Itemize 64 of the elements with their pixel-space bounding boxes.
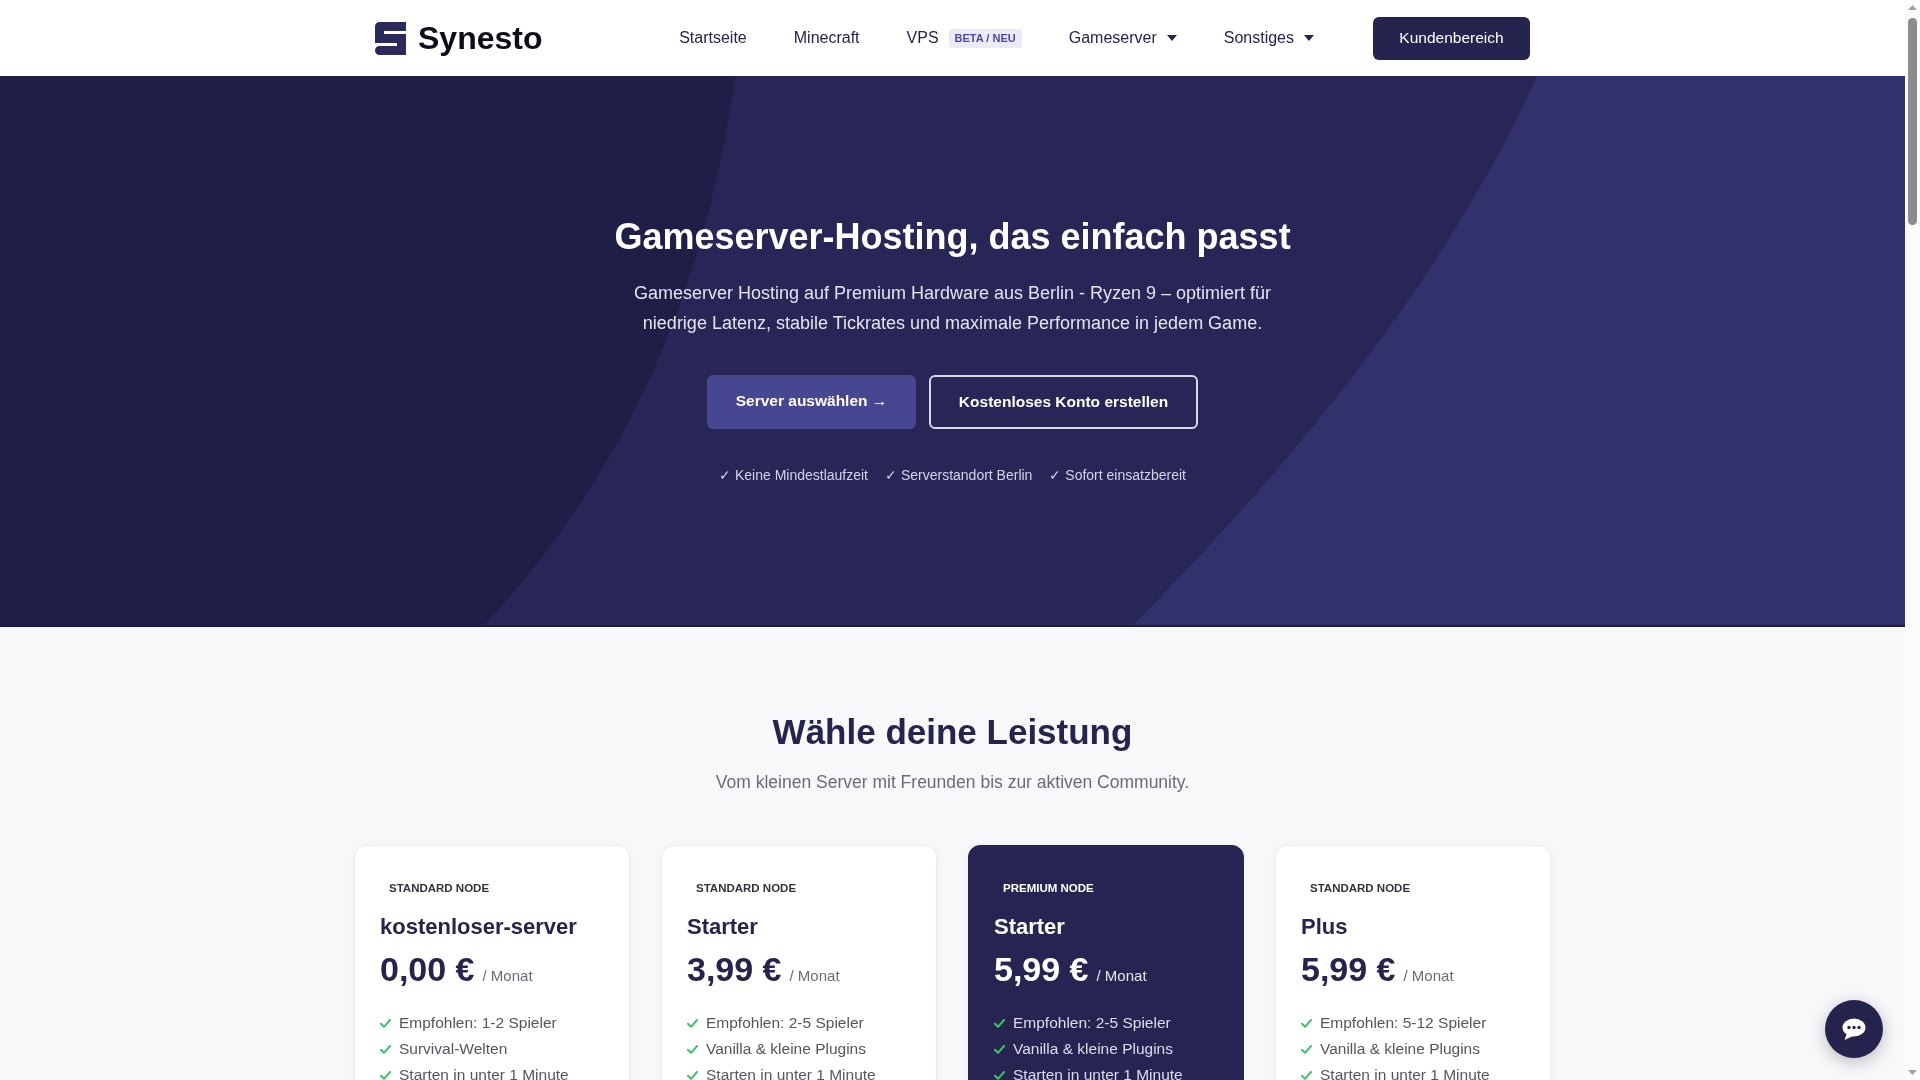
plan-price: 3,99 € (687, 949, 782, 990)
logo-icon (375, 21, 406, 55)
account-button[interactable]: Kundenbereich (1373, 16, 1530, 60)
highlight-text: ✓ Sofort einsatzbereit (1049, 466, 1186, 485)
feature-text: Starten in unter 1 Minute (1320, 1065, 1490, 1080)
feature-text: Starten in unter 1 Minute (706, 1065, 876, 1080)
hero-title: Gameserver-Hosting, das einfach passt (614, 216, 1291, 258)
section-title: Wähle deine Leistung (772, 711, 1133, 753)
cta-button[interactable]: Server auswählen → (707, 375, 916, 429)
feature-text: Empfohlen: 1-2 Spieler (399, 1013, 557, 1033)
check-icon (687, 1070, 698, 1080)
highlight-text: ✓ Serverstandort Berlin (885, 466, 1033, 485)
plan-name: kostenloser-server (380, 913, 577, 941)
logo[interactable]: Synesto (375, 19, 543, 57)
scroll-up-arrow-icon[interactable] (1908, 5, 1917, 10)
feature-text: Vanilla & kleine Plugins (1320, 1039, 1480, 1059)
check-icon (380, 1070, 391, 1080)
nav-link[interactable]: Startseite (679, 27, 747, 49)
check-icon (994, 1018, 1005, 1028)
feature-text: Empfohlen: 5-12 Spieler (1320, 1013, 1487, 1033)
chat-bubble-icon (1842, 1018, 1866, 1040)
node-label: STANDARD NODE (388, 881, 491, 896)
node-label: STANDARD NODE (1309, 881, 1412, 896)
scroll-down-arrow-icon[interactable] (1908, 1070, 1917, 1075)
beta-tag: BETA / NEU (948, 28, 1022, 48)
feature-text: Starten in unter 1 Minute (1013, 1065, 1183, 1080)
feature-text: Vanilla & kleine Plugins (1013, 1039, 1173, 1059)
feature-text: Starten in unter 1 Minute (399, 1065, 569, 1080)
price-period: / Monat (482, 966, 533, 986)
check-icon (994, 1070, 1005, 1080)
caret-icon (1166, 35, 1177, 41)
nav-dropdown[interactable]: Sonstiges (1223, 27, 1314, 49)
feature-text: Survival-Welten (399, 1039, 508, 1059)
plan-price: 5,99 € (1301, 949, 1396, 990)
check-icon (687, 1044, 698, 1054)
price-period: / Monat (1403, 966, 1454, 986)
check-icon (1301, 1044, 1312, 1054)
price-period: / Monat (789, 966, 840, 986)
feature-text: Empfohlen: 2-5 Spieler (706, 1013, 864, 1033)
caret-icon (1304, 35, 1314, 41)
section-subtitle: Vom kleinen Server mit Freunden bis zur aktiven Community. (715, 771, 1190, 794)
feature-text: Empfohlen: 2-5 Spieler (1013, 1013, 1171, 1033)
scrollbar-thumb[interactable] (1908, 18, 1917, 225)
check-icon (1301, 1018, 1312, 1028)
check-icon (687, 1018, 698, 1028)
plan-price: 0,00 € (380, 949, 475, 990)
check-icon (1301, 1070, 1312, 1080)
hero-subtitle: Gameserver Hosting auf Premium Hardware aus Berlin - Ryzen 9 – optimiert für niedrige Latenz, stabile Tickrates und maximale Performance in jedem Game. (632, 282, 1273, 335)
highlight-text: ✓ Keine Mindestlaufzeit (719, 466, 868, 485)
plan-name: Plus (1301, 913, 1348, 941)
node-label: PREMIUM NODE (1002, 881, 1095, 896)
feature-text: Vanilla & kleine Plugins (706, 1039, 866, 1059)
price-period: / Monat (1096, 966, 1147, 986)
plan-name: Starter (687, 913, 758, 941)
node-label: STANDARD NODE (695, 881, 798, 896)
plan-name: Starter (994, 913, 1065, 941)
nav-dropdown[interactable]: Gameserver (1068, 27, 1177, 49)
check-icon (994, 1044, 1005, 1054)
nav-link[interactable]: VPS BETA / NEU (906, 27, 1022, 49)
secondary-button[interactable]: Kostenloses Konto erstellen (929, 375, 1198, 429)
plan-price: 5,99 € (994, 949, 1089, 990)
check-icon (380, 1044, 391, 1054)
nav-link[interactable]: Minecraft (793, 27, 860, 49)
check-icon (380, 1018, 391, 1028)
